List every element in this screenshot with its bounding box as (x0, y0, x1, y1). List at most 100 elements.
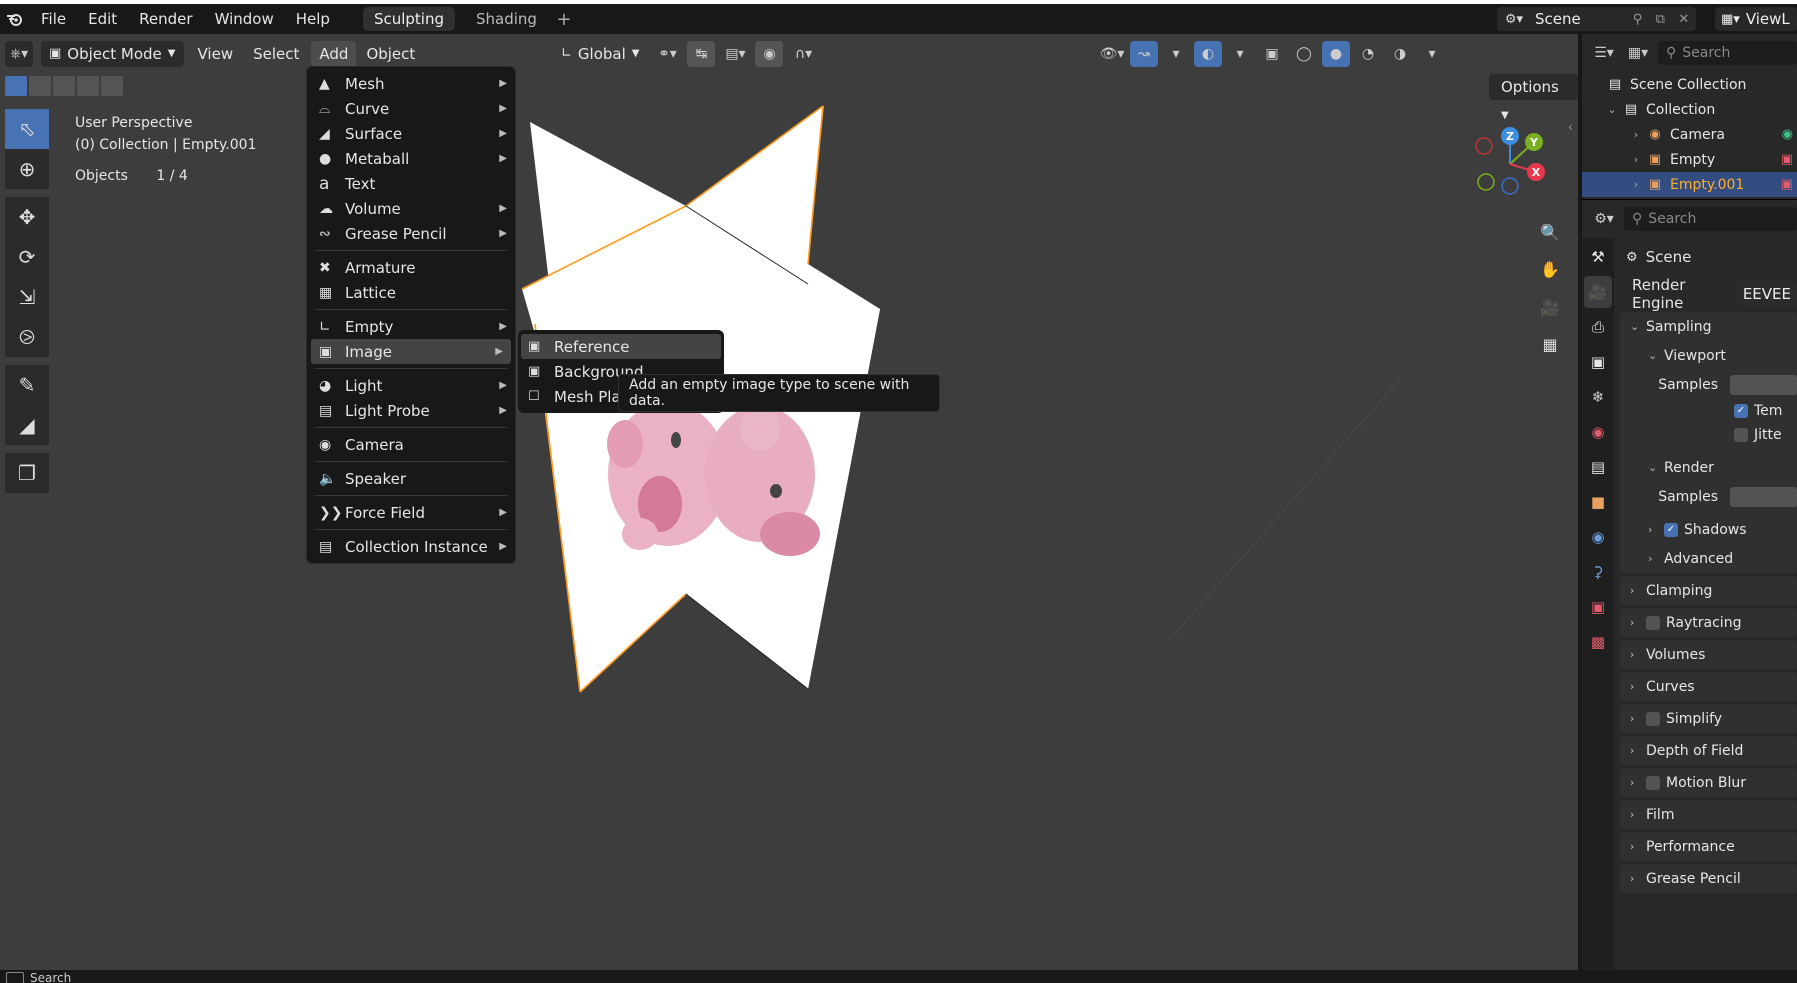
menu-file[interactable]: File (30, 4, 77, 34)
rendered-shading-icon[interactable]: ◑ (1386, 41, 1414, 67)
menu-select[interactable]: Select (245, 41, 307, 67)
shading-dropdown-icon[interactable]: ▾ (1418, 41, 1446, 67)
camera-data-icon[interactable]: ◉ (1782, 127, 1793, 142)
rotate-tool-icon[interactable]: ⟳ (5, 237, 49, 277)
navigation-gizmo[interactable]: Z Y X (1470, 124, 1550, 204)
proportional-edit-icon[interactable]: ◉ (755, 41, 784, 67)
properties-editor-type-icon[interactable]: ⚙▾ (1590, 206, 1618, 232)
panel-film[interactable]: › Film (1620, 800, 1797, 829)
output-tab-icon[interactable]: ⎙ (1584, 311, 1612, 343)
viewport-samples-field[interactable] (1730, 374, 1797, 395)
menu-add[interactable]: Add (311, 41, 357, 67)
checkbox-icon[interactable] (1646, 775, 1660, 790)
scene-selector[interactable]: ⚙▾ Scene ⚲ ⧉ ✕ (1497, 7, 1696, 31)
3d-viewport[interactable]: ⎈▾ ▣ Object Mode ▼ View Select Add Objec… (0, 34, 1578, 970)
menu-edit[interactable]: Edit (77, 4, 128, 34)
chevron-right-icon[interactable]: › (1628, 178, 1644, 191)
chevron-right-icon[interactable]: › (1628, 128, 1644, 141)
panel-header-viewport[interactable]: ⌄ Viewport (1620, 341, 1797, 370)
chevron-down-icon[interactable]: ⌄ (1604, 103, 1620, 116)
visibility-icon[interactable]: 👁▾ (1098, 41, 1126, 67)
render-tab-icon[interactable]: 🎥 (1584, 276, 1612, 308)
checkbox-icon[interactable] (1734, 428, 1748, 442)
add-cube-tool-icon[interactable]: ❐ (5, 453, 49, 493)
move-tool-icon[interactable]: ✥ (5, 197, 49, 237)
workspace-tab-shading[interactable]: Shading (465, 7, 548, 31)
panel-grease-pencil[interactable]: › Grease Pencil (1620, 864, 1797, 893)
temporal-reprojection-row[interactable]: ✓ Tem (1620, 399, 1797, 423)
material-shading-icon[interactable]: ◔ (1354, 41, 1382, 67)
outliner-row-camera[interactable]: › ◉ Camera ◉ (1582, 122, 1797, 147)
add-menu-item-force-field[interactable]: ❯❯ Force Field ▶ (307, 500, 515, 525)
select-extend-icon[interactable] (29, 76, 51, 96)
menu-object[interactable]: Object (358, 41, 423, 67)
snap-icon[interactable]: ↹ (687, 41, 716, 67)
pan-hand-icon[interactable]: ✋ (1535, 254, 1565, 284)
add-menu-item-empty[interactable]: ∟ Empty ▶ (307, 314, 515, 339)
panel-depth-of-field[interactable]: › Depth of Field (1620, 736, 1797, 765)
annotate-tool-icon[interactable]: ✎ (5, 365, 49, 405)
editor-type-icon[interactable]: ⎈▾ (5, 41, 33, 67)
display-mode-icon[interactable]: ▦▾ (1624, 40, 1652, 66)
data-tab-icon[interactable]: ▣ (1584, 591, 1612, 623)
texture-tab-icon[interactable]: ▩ (1584, 626, 1612, 658)
outliner-editor-type-icon[interactable]: ☰▾ (1590, 40, 1618, 66)
scene-tab-icon[interactable]: ❄ (1584, 381, 1612, 413)
mode-selector[interactable]: ▣ Object Mode ▼ (41, 41, 184, 67)
panel-motion-blur[interactable]: › Motion Blur (1620, 768, 1797, 797)
add-menu-item-grease-pencil[interactable]: ∾ Grease Pencil ▶ (307, 221, 515, 246)
panel-header-advanced[interactable]: › Advanced (1620, 544, 1797, 573)
constraints-tab-icon[interactable]: ⚳ (1584, 556, 1612, 588)
add-menu-item-surface[interactable]: ◢ Surface ▶ (307, 121, 515, 146)
overlay-dropdown-icon[interactable]: ▾ (1226, 41, 1254, 67)
add-menu-item-light[interactable]: ◕ Light ▶ (307, 373, 515, 398)
gizmo-dropdown-icon[interactable]: ▾ (1162, 41, 1190, 67)
properties-search-input[interactable]: ⚲ Search (1624, 207, 1797, 231)
jitter-row[interactable]: Jitte (1620, 423, 1797, 447)
scale-tool-icon[interactable]: ⇲ (5, 277, 49, 317)
add-menu-item-camera[interactable]: ◉ Camera (307, 432, 515, 457)
select-invert-icon[interactable] (77, 76, 99, 96)
scene-name[interactable]: Scene (1531, 10, 1626, 28)
object-tab-icon[interactable]: ■ (1584, 486, 1612, 518)
render-samples-field[interactable] (1730, 486, 1797, 507)
outliner-row-scene-collection[interactable]: ▤ Scene Collection (1582, 72, 1797, 97)
menu-render[interactable]: Render (128, 4, 203, 34)
add-menu-item-metaball[interactable]: ● Metaball ▶ (307, 146, 515, 171)
panel-volumes[interactable]: › Volumes (1620, 640, 1797, 669)
add-menu-item-text[interactable]: a Text (307, 171, 515, 196)
add-menu-item-volume[interactable]: ☁ Volume ▶ (307, 196, 515, 221)
sidebar-toggle-icon[interactable]: ‹ (1568, 120, 1573, 134)
xray-icon[interactable]: ▣ (1258, 41, 1286, 67)
menu-help[interactable]: Help (285, 4, 341, 34)
select-new-icon[interactable] (5, 76, 27, 96)
options-button[interactable]: Options ▼ (1489, 74, 1578, 121)
checkbox-checked-icon[interactable]: ✓ (1734, 404, 1748, 418)
outliner-row-empty-001[interactable]: › ▣ Empty.001 ▣ (1582, 172, 1797, 197)
add-menu-item-image[interactable]: ▣ Image ▶ (311, 339, 511, 364)
add-menu-item-lattice[interactable]: ▦ Lattice (307, 280, 515, 305)
chevron-right-icon[interactable]: › (1628, 153, 1644, 166)
close-icon[interactable]: ✕ (1678, 12, 1689, 27)
outliner-row-empty[interactable]: › ▣ Empty ▣ (1582, 147, 1797, 172)
menu-view[interactable]: View (190, 41, 242, 67)
add-menu-item-speaker[interactable]: 🔈 Speaker (307, 466, 515, 491)
camera-view-icon[interactable]: 🎥 (1535, 292, 1565, 322)
add-menu-item-armature[interactable]: ✖ Armature (307, 255, 515, 280)
solid-shading-icon[interactable]: ● (1322, 41, 1350, 67)
workspace-tab-sculpting[interactable]: Sculpting (362, 7, 455, 31)
add-menu-item-mesh[interactable]: ▲ Mesh ▶ (307, 71, 515, 96)
transform-orientation-selector[interactable]: ∟ Global ▼ (553, 41, 647, 67)
pivot-point-icon[interactable]: ⚭▾ (653, 41, 681, 67)
panel-simplify[interactable]: › Simplify (1620, 704, 1797, 733)
add-menu-item-collection-instance[interactable]: ▤ Collection Instance ▶ (307, 534, 515, 559)
select-intersect-icon[interactable] (101, 76, 123, 96)
select-box-tool-icon[interactable]: ⬁ (5, 109, 49, 149)
image-data-icon[interactable]: ▣ (1781, 177, 1793, 192)
collection-tab-icon[interactable]: ▤ (1584, 451, 1612, 483)
checkbox-checked-icon[interactable]: ✓ (1664, 522, 1678, 537)
outliner-search-input[interactable]: ⚲ Search (1658, 41, 1797, 65)
gizmo-toggle-icon[interactable]: ↝ (1130, 41, 1158, 67)
panel-header-render[interactable]: ⌄ Render (1620, 453, 1797, 482)
menu-window[interactable]: Window (204, 4, 285, 34)
